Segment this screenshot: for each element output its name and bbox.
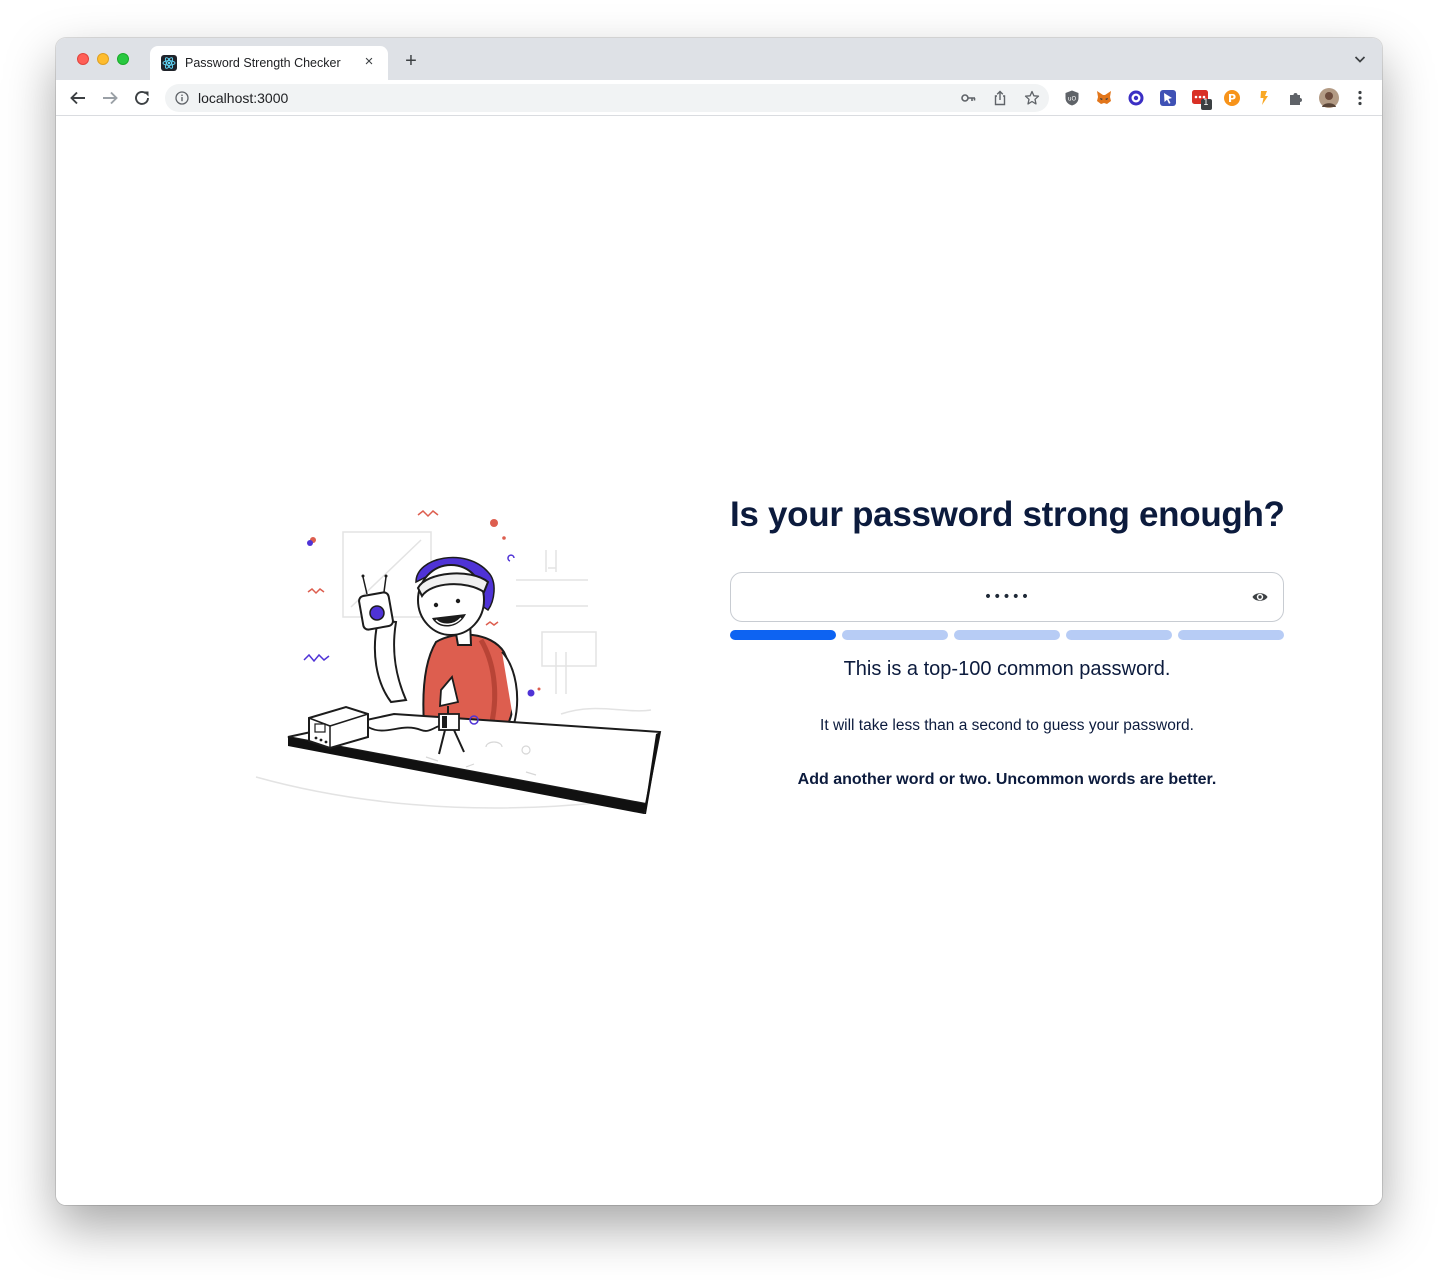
purple-ring-extension-icon[interactable] [1127,89,1145,107]
close-window-button[interactable] [77,53,89,65]
url-text: localhost:3000 [198,90,289,106]
maximize-window-button[interactable] [117,53,129,65]
strength-segment [842,630,948,640]
strength-segment [954,630,1060,640]
reload-icon[interactable] [130,86,154,110]
back-arrow-icon[interactable] [66,86,90,110]
cursor-extension-icon[interactable] [1159,89,1177,107]
puzzle-extensions-icon[interactable] [1287,89,1305,107]
password-warning: This is a top-100 common password. [843,658,1171,680]
browser-window: Password Strength Checker × + localhost:… [56,38,1382,1205]
page-content: Is your password strong enough? This is … [56,117,1382,1205]
tab-password-strength-checker[interactable]: Password Strength Checker × [150,46,388,80]
red-extension-icon[interactable]: 1 [1191,89,1213,110]
password-suggestion: Add another word or two. Uncommon words … [797,771,1217,788]
orange-coin-extension-icon[interactable]: P [1223,89,1241,107]
browser-toolbar: localhost:3000 uO 1 P [56,80,1382,116]
strength-segment [1066,630,1172,640]
password-field-wrapper [730,572,1284,622]
profile-avatar[interactable] [1319,88,1339,108]
strength-segment [730,630,836,640]
ublock-shield-icon[interactable]: uO [1063,89,1081,107]
tab-close-icon[interactable]: × [360,53,378,71]
react-icon [161,55,177,71]
strength-meter [730,630,1284,640]
svg-text:P: P [1228,92,1236,105]
chevron-down-icon[interactable] [1352,51,1368,67]
kebab-menu-icon[interactable] [1351,89,1369,107]
svg-text:uO: uO [1068,96,1077,103]
eye-icon[interactable] [1251,588,1269,606]
address-bar[interactable]: localhost:3000 [165,84,1049,112]
tab-bar: Password Strength Checker × + [56,38,1382,80]
metamask-fox-icon[interactable] [1095,89,1113,107]
bookmark-star-icon[interactable] [1024,90,1040,106]
minimize-window-button[interactable] [97,53,109,65]
share-icon[interactable] [992,90,1008,106]
tab-title: Password Strength Checker [185,56,341,70]
strength-segment [1178,630,1284,640]
forward-arrow-icon[interactable] [98,86,122,110]
crack-time-estimate: It will take less than a second to guess… [820,717,1194,734]
extension-badge: 1 [1203,98,1209,108]
developer-illustration [226,502,666,822]
password-input[interactable] [731,573,1283,621]
page-title: Is your password strong enough? [730,495,1285,534]
key-icon[interactable] [960,90,976,106]
info-icon[interactable] [175,91,189,105]
keychain-extension-icon[interactable] [1255,89,1273,107]
new-tab-button[interactable]: + [400,50,422,72]
password-checker-panel: Is your password strong enough? This is … [730,495,1285,789]
